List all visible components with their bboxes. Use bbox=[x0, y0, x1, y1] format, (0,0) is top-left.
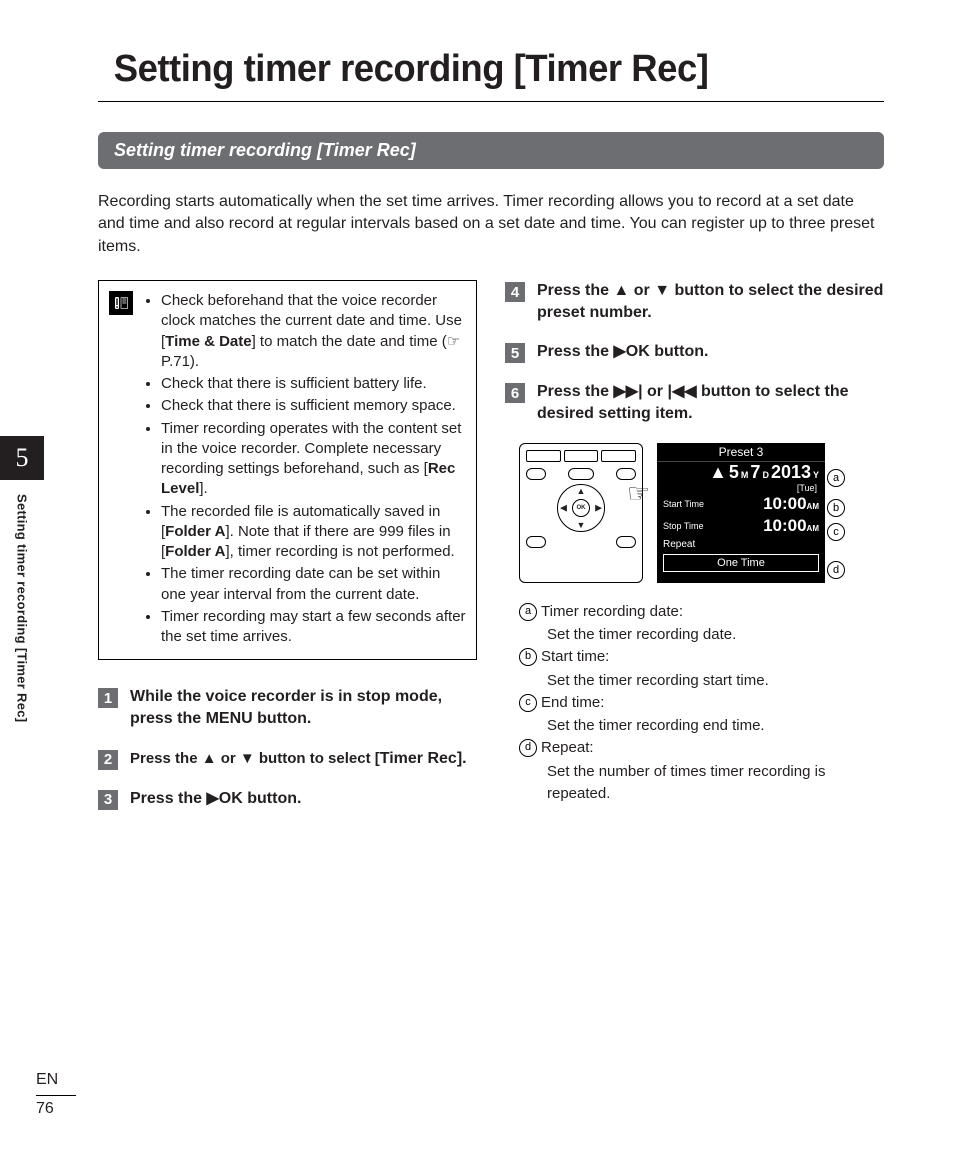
step-text: Press the ▲ or ▼ button to select the de… bbox=[537, 280, 884, 323]
diagram: ▲▼◀▶ OK ☜ Preset 3 ▲ 5M 7D 2013Y bbox=[519, 443, 884, 583]
pointing-hand-icon: ☜ bbox=[627, 478, 650, 509]
step-1: 1 While the voice recorder is in stop mo… bbox=[98, 686, 477, 729]
side-tab: 5 Setting timer recording [Timer Rec] bbox=[0, 436, 44, 722]
section-heading: Setting timer recording [Timer Rec] bbox=[98, 132, 884, 169]
lcd-screen: Preset 3 ▲ 5M 7D 2013Y [Tue] Start Time … bbox=[657, 443, 825, 583]
legend: aTimer recording date: Set the timer rec… bbox=[505, 601, 884, 805]
note-item: The timer recording date can be set with… bbox=[161, 564, 466, 605]
step-text: Press the ▲ or ▼ button to select [Timer… bbox=[130, 748, 467, 770]
step-3: 3 Press the ▶OK button. bbox=[98, 788, 477, 810]
device-illustration: ▲▼◀▶ OK ☜ bbox=[519, 443, 643, 583]
screen-start-row: Start Time 10:00AM bbox=[657, 493, 825, 515]
note-box: Check beforehand that the voice recorder… bbox=[98, 280, 477, 660]
title-rule bbox=[98, 101, 884, 102]
step-text: While the voice recorder is in stop mode… bbox=[130, 686, 477, 729]
step-text: Press the ▶OK button. bbox=[130, 788, 301, 810]
note-item: Check that there is sufficient memory sp… bbox=[161, 396, 466, 416]
callout-b: b bbox=[827, 499, 849, 517]
chapter-number: 5 bbox=[0, 436, 44, 480]
screen-stop-row: Stop Time 10:00AM bbox=[657, 515, 825, 537]
page-footer: EN 76 bbox=[36, 1071, 76, 1118]
screen-weekday: [Tue] bbox=[657, 483, 825, 493]
callout-d: d bbox=[827, 561, 849, 579]
alert-icon bbox=[109, 291, 133, 315]
page-number: 76 bbox=[36, 1095, 76, 1118]
note-item: Check that there is sufficient battery l… bbox=[161, 374, 466, 394]
step-5: 5 Press the ▶OK button. bbox=[505, 341, 884, 363]
screen-repeat-value: One Time bbox=[663, 554, 819, 572]
step-number: 1 bbox=[98, 688, 118, 708]
step-text: Press the ▶▶| or |◀◀ button to select th… bbox=[537, 381, 884, 424]
step-2: 2 Press the ▲ or ▼ button to select [Tim… bbox=[98, 748, 477, 770]
callout-a: a bbox=[827, 469, 849, 487]
screen-repeat-label: Repeat bbox=[657, 537, 825, 552]
language-label: EN bbox=[36, 1071, 76, 1089]
step-text: Press the ▶OK button. bbox=[537, 341, 708, 363]
step-number: 6 bbox=[505, 383, 525, 403]
screen-date: ▲ 5M 7D 2013Y bbox=[657, 462, 825, 483]
page-title: Setting timer recording [Timer Rec] bbox=[114, 48, 869, 91]
intro-paragraph: Recording starts automatically when the … bbox=[98, 191, 884, 258]
callout-c: c bbox=[827, 523, 849, 541]
step-4: 4 Press the ▲ or ▼ button to select the … bbox=[505, 280, 884, 323]
step-number: 4 bbox=[505, 282, 525, 302]
step-number: 2 bbox=[98, 750, 118, 770]
step-number: 5 bbox=[505, 343, 525, 363]
note-item: Check beforehand that the voice recorder… bbox=[161, 291, 466, 372]
note-item: The recorded file is automatically saved… bbox=[161, 502, 466, 563]
dpad-icon: ▲▼◀▶ OK bbox=[557, 484, 605, 532]
step-6: 6 Press the ▶▶| or |◀◀ button to select … bbox=[505, 381, 884, 424]
side-label: Setting timer recording [Timer Rec] bbox=[15, 494, 30, 722]
step-number: 3 bbox=[98, 790, 118, 810]
note-item: Timer recording may start a few seconds … bbox=[161, 607, 466, 648]
screen-title: Preset 3 bbox=[657, 443, 825, 462]
note-item: Timer recording operates with the conten… bbox=[161, 419, 466, 500]
